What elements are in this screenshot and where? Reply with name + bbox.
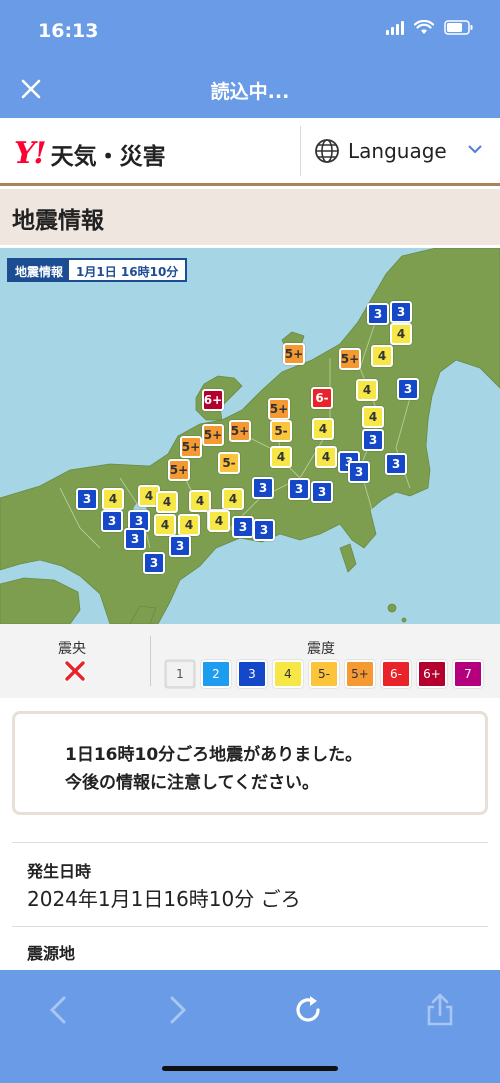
intensity-marker[interactable]: 3 bbox=[101, 510, 123, 532]
intensity-marker[interactable]: 5+ bbox=[268, 398, 290, 420]
intensity-marker[interactable]: 4 bbox=[156, 491, 178, 513]
intensity-marker[interactable]: 6+ bbox=[202, 389, 224, 411]
notice-line-2: 今後の情報に注意してください。 bbox=[65, 773, 319, 793]
intensity-marker[interactable]: 3 bbox=[348, 461, 370, 483]
intensity-marker[interactable]: 5- bbox=[270, 420, 292, 442]
map-tag-date: 1月1日 16時10分 bbox=[76, 265, 179, 279]
chevron-down-icon bbox=[468, 145, 482, 154]
intensity-swatch: 7 bbox=[453, 660, 483, 688]
language-label: Language bbox=[348, 138, 447, 163]
logo-mark: Y! bbox=[14, 136, 47, 171]
intensity-swatch: 3 bbox=[237, 660, 267, 688]
battery-icon bbox=[444, 20, 473, 35]
language-selector[interactable]: Language bbox=[300, 118, 500, 183]
occurred-label: 発生日時 bbox=[27, 862, 92, 881]
chevron-right-icon bbox=[170, 996, 187, 1024]
intensity-marker[interactable]: 4 bbox=[315, 446, 337, 468]
intensity-marker[interactable]: 5+ bbox=[229, 420, 251, 442]
globe-icon bbox=[315, 138, 339, 163]
intensity-marker[interactable]: 4 bbox=[371, 345, 393, 367]
navigation-bar: 読込中... bbox=[0, 62, 500, 118]
site-header: Y! 天気・災害 Language bbox=[0, 118, 500, 186]
intensity-marker[interactable]: 5+ bbox=[168, 459, 190, 481]
reload-button[interactable] bbox=[288, 990, 328, 1030]
intensity-marker[interactable]: 3 bbox=[143, 552, 165, 574]
intensity-marker[interactable]: 6- bbox=[311, 387, 333, 409]
cellular-signal-icon bbox=[386, 20, 404, 35]
intensity-marker[interactable]: 5+ bbox=[202, 424, 224, 446]
chevron-left-icon bbox=[49, 996, 66, 1024]
intensity-marker[interactable]: 4 bbox=[178, 514, 200, 536]
page-loading-title: 読込中... bbox=[210, 81, 290, 103]
intensity-marker[interactable]: 4 bbox=[102, 488, 124, 510]
intensity-marker[interactable]: 5+ bbox=[283, 343, 305, 365]
back-button[interactable] bbox=[38, 990, 78, 1030]
logo-text: 天気・災害 bbox=[50, 143, 166, 170]
intensity-marker[interactable]: 3 bbox=[311, 481, 333, 503]
intensity-marker[interactable]: 4 bbox=[362, 406, 384, 428]
status-bar: 16:13 bbox=[0, 0, 500, 62]
intensity-marker[interactable]: 3 bbox=[288, 478, 310, 500]
reload-icon bbox=[296, 996, 320, 1022]
notice-line-1: 1日16時10分ごろ地震がありました。 bbox=[65, 745, 363, 765]
intensity-marker[interactable]: 4 bbox=[222, 488, 244, 510]
intensity-marker[interactable]: 5- bbox=[218, 452, 240, 474]
home-indicator bbox=[162, 1066, 338, 1071]
intensity-swatch: 4 bbox=[273, 660, 303, 688]
map-info-tag: 地震情報 1月1日 16時10分 bbox=[7, 258, 188, 282]
intensity-marker[interactable]: 3 bbox=[385, 453, 407, 475]
intensity-marker[interactable]: 5+ bbox=[180, 436, 202, 458]
section-title-bar: 地震情報 bbox=[0, 189, 500, 245]
intensity-marker[interactable]: 4 bbox=[312, 418, 334, 440]
intensity-marker[interactable]: 4 bbox=[390, 323, 412, 345]
divider bbox=[12, 842, 488, 843]
earthquake-notice: 1日16時10分ごろ地震がありました。 今後の情報に注意してください。 bbox=[12, 711, 488, 815]
intensity-marker[interactable]: 3 bbox=[232, 516, 254, 538]
epicenter-x-icon bbox=[64, 660, 86, 682]
intensity-marker[interactable]: 4 bbox=[154, 514, 176, 536]
intensity-marker[interactable]: 3 bbox=[362, 429, 384, 451]
epicenter-label: 震源地 bbox=[27, 944, 76, 963]
divider bbox=[12, 926, 488, 927]
status-icons bbox=[386, 20, 474, 35]
intensity-scale: 1 2 3 4 5- 5+ 6- 6+ 7 bbox=[165, 660, 483, 688]
share-button[interactable] bbox=[420, 990, 460, 1030]
intensity-swatch: 2 bbox=[201, 660, 231, 688]
intensity-marker[interactable]: 4 bbox=[270, 446, 292, 468]
forward-button[interactable] bbox=[158, 990, 198, 1030]
intensity-swatch: 6+ bbox=[417, 660, 447, 688]
intensity-swatch: 5+ bbox=[345, 660, 375, 688]
intensity-marker[interactable]: 3 bbox=[253, 519, 275, 541]
earthquake-map[interactable]: 地震情報 1月1日 16時10分 3 3 4 5+ 5+ 4 6+ 6- 4 3 5+ 4 5+ 5+ 5-… bbox=[0, 248, 500, 624]
legend-epicenter-title: 震央 bbox=[58, 641, 86, 657]
yahoo-weather-logo[interactable]: Y! 天気・災害 bbox=[14, 136, 166, 171]
map-tag-label: 地震情報 bbox=[9, 260, 70, 280]
intensity-marker[interactable]: 3 bbox=[76, 488, 98, 510]
intensity-marker[interactable]: 3 bbox=[124, 528, 146, 550]
intensity-swatch: 5- bbox=[309, 660, 339, 688]
occurred-value: 2024年1月1日16時10分 ごろ bbox=[27, 887, 301, 911]
intensity-swatch: 6- bbox=[381, 660, 411, 688]
intensity-marker[interactable]: 3 bbox=[367, 303, 389, 325]
intensity-marker[interactable]: 3 bbox=[390, 301, 412, 323]
page-title: 地震情報 bbox=[12, 208, 104, 234]
intensity-marker[interactable]: 3 bbox=[169, 535, 191, 557]
legend-intensity-title: 震度 bbox=[307, 641, 335, 657]
intensity-marker[interactable]: 3 bbox=[397, 378, 419, 400]
legend-divider bbox=[150, 636, 151, 686]
map-legend: 震央 震度 1 2 3 4 5- 5+ 6- 6+ 7 bbox=[0, 624, 500, 698]
intensity-marker[interactable]: 5+ bbox=[339, 348, 361, 370]
intensity-marker[interactable]: 3 bbox=[252, 477, 274, 499]
wifi-icon bbox=[414, 20, 434, 34]
share-icon bbox=[427, 993, 453, 1026]
intensity-marker[interactable]: 4 bbox=[208, 510, 230, 532]
intensity-marker[interactable]: 4 bbox=[356, 379, 378, 401]
status-time: 16:13 bbox=[38, 20, 99, 42]
intensity-swatch: 1 bbox=[165, 660, 195, 688]
